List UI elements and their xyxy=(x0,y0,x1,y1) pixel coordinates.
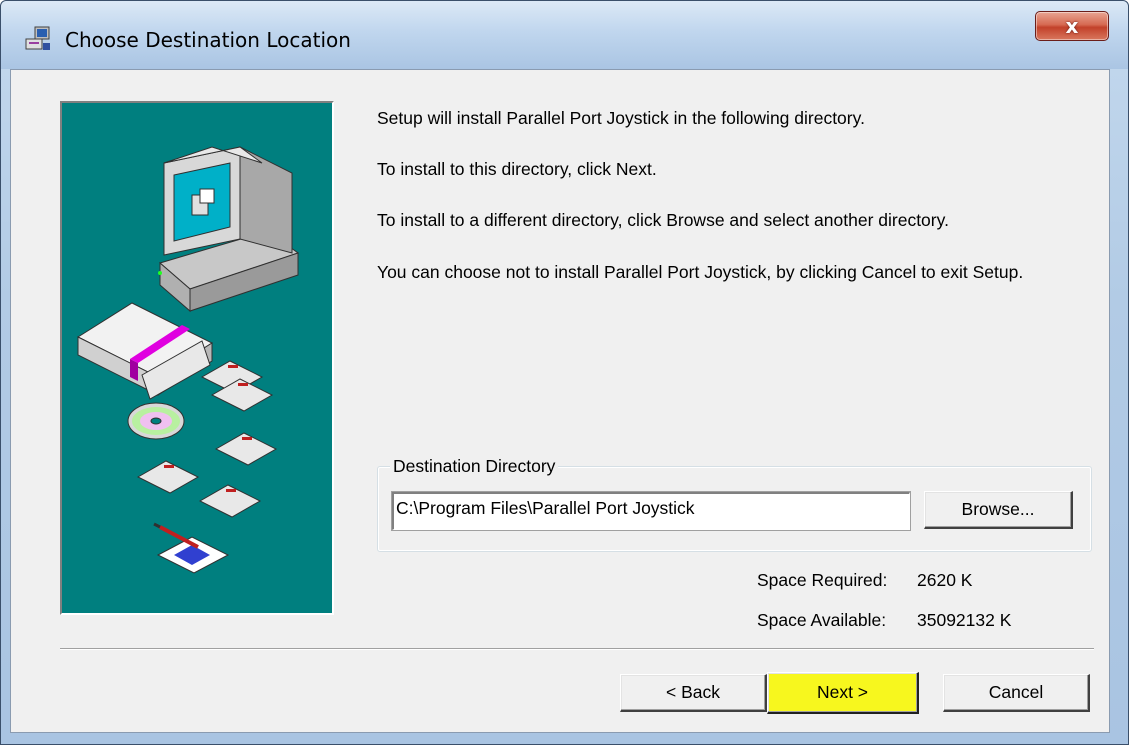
intro-text-1: Setup will install Parallel Port Joystic… xyxy=(377,108,865,128)
browse-button[interactable]: Browse... xyxy=(924,491,1073,529)
close-icon: x xyxy=(1065,14,1079,38)
intro-text-2: To install to this directory, click Next… xyxy=(377,159,657,179)
destination-path-field[interactable] xyxy=(391,491,911,531)
dialog-client-area: Setup will install Parallel Port Joystic… xyxy=(10,69,1110,733)
window-title: Choose Destination Location xyxy=(65,28,351,52)
back-button[interactable]: < Back xyxy=(620,674,767,712)
box-icon xyxy=(76,302,214,400)
computer-icon xyxy=(158,146,300,313)
space-required-label: Space Required: xyxy=(757,570,888,590)
next-button[interactable]: Next > xyxy=(767,672,919,714)
intro-text-4: You can choose not to install Parallel P… xyxy=(377,262,1024,282)
intro-text-3: To install to a different directory, cli… xyxy=(377,210,949,230)
title-bar[interactable]: Choose Destination Location x xyxy=(1,1,1128,69)
space-available-value: 35092132 K xyxy=(917,610,1012,630)
cancel-button[interactable]: Cancel xyxy=(943,674,1090,712)
footer-separator xyxy=(60,648,1094,650)
setup-illustration-graphic xyxy=(76,146,300,574)
setup-dialog-window: Choose Destination Location x Setup will… xyxy=(0,0,1129,745)
notepad-icon xyxy=(153,522,230,574)
installer-icon xyxy=(25,26,50,50)
setup-illustration xyxy=(60,101,334,615)
space-required-value: 2620 K xyxy=(917,570,973,590)
close-button[interactable]: x xyxy=(1035,11,1109,41)
destination-directory-group: Destination Directory Browse... xyxy=(377,456,1092,552)
space-available-label: Space Available: xyxy=(757,610,887,630)
destination-directory-label: Destination Directory xyxy=(390,456,559,477)
cd-icon xyxy=(127,402,185,440)
